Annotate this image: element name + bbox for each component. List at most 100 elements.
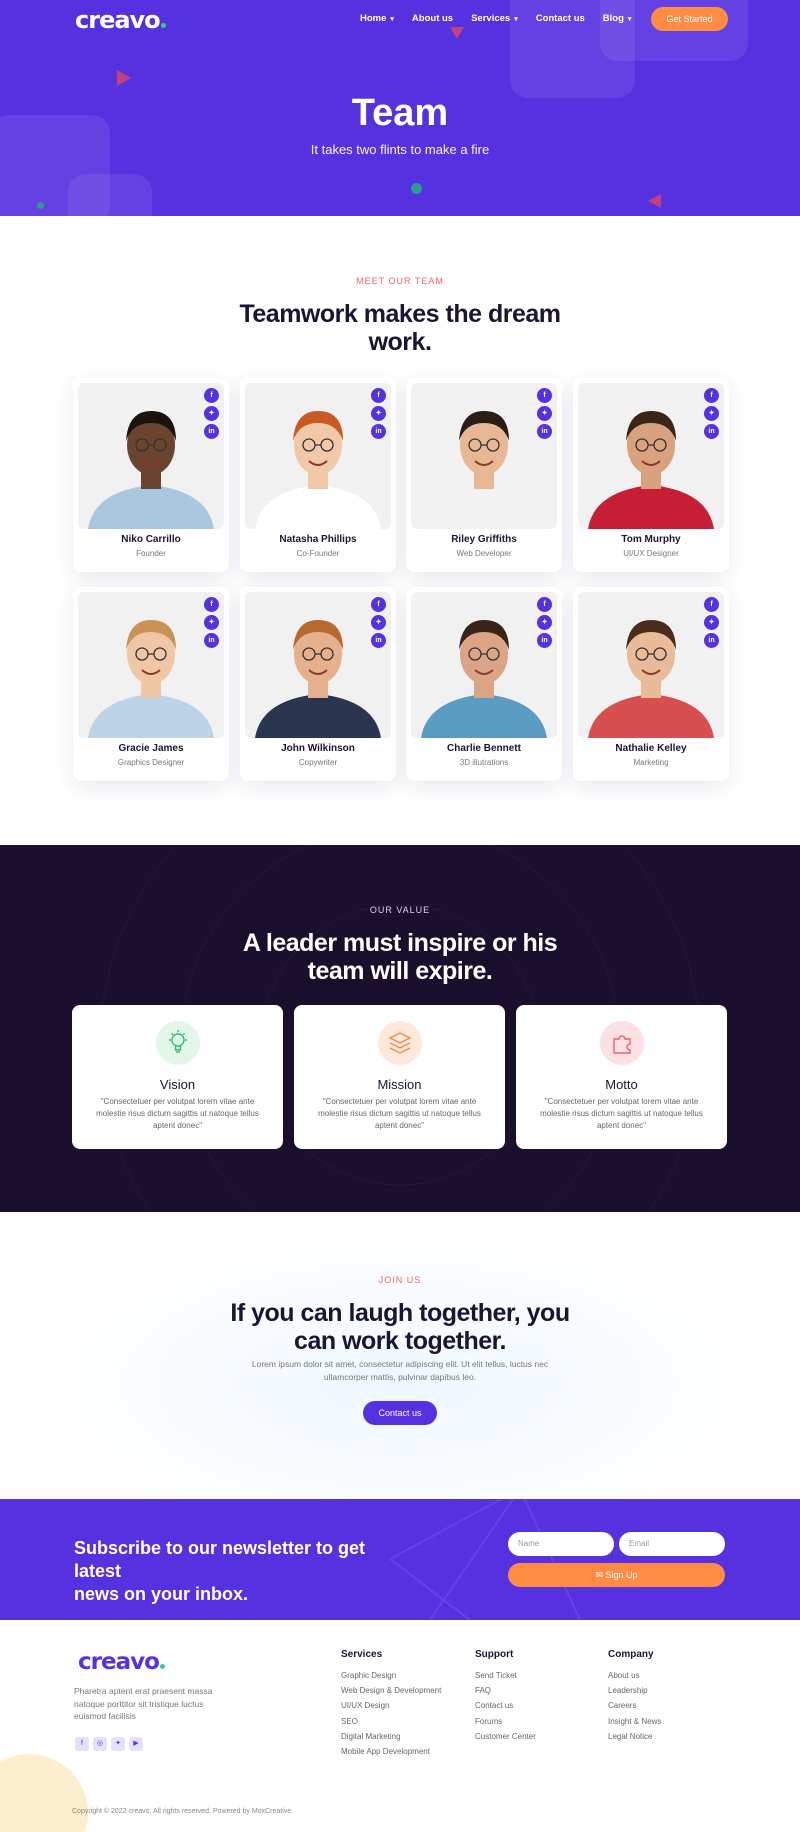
decor-triangle — [117, 70, 131, 86]
footer-link[interactable]: Customer Center — [475, 1732, 536, 1747]
footer-link[interactable]: Graphic Design — [341, 1671, 441, 1686]
footer-logo[interactable]: creavo — [78, 1649, 165, 1675]
twitter-icon[interactable]: ✦ — [371, 406, 386, 421]
footer-link[interactable]: Mobile App Development — [341, 1747, 441, 1762]
team-member-role: Web Developer — [456, 549, 512, 558]
logo[interactable]: creavo — [75, 6, 166, 34]
team-heading-line: Teamwork makes the dream — [239, 300, 561, 328]
nav-item-contact[interactable]: Contact us — [536, 13, 585, 24]
logo-dot — [159, 1664, 165, 1669]
team-member-name: Nathalie Kelley — [615, 743, 687, 754]
get-started-button[interactable]: Get Started — [651, 7, 728, 31]
newsletter-heading-line: news on your inbox. — [74, 1584, 249, 1604]
twitter-icon[interactable]: ✦ — [204, 615, 219, 630]
values-heading-line: A leader must inspire or his — [242, 929, 558, 957]
puzzle-icon — [600, 1021, 644, 1065]
value-title: Mission — [377, 1077, 422, 1092]
footer-link[interactable]: Contact us — [475, 1701, 536, 1716]
team-card-socials: f ✦ in — [204, 597, 219, 648]
nav-item-label: Services — [471, 13, 511, 24]
page-title: Team — [351, 92, 449, 134]
footer-logo-text: creavo — [78, 1649, 160, 1675]
name-input[interactable]: Name — [508, 1532, 614, 1556]
contact-us-button[interactable]: Contact us — [363, 1401, 437, 1425]
linkedin-icon[interactable]: in — [204, 424, 219, 439]
copyright: Copyright © 2022 creavo, All rights rese… — [72, 1808, 294, 1815]
footer-link[interactable]: UI/UX Design — [341, 1701, 441, 1716]
team-member-role: Founder — [136, 549, 166, 558]
join-text-line: ullamcorper mattis, pulvinar dapibus leo… — [323, 1371, 477, 1382]
linkedin-icon[interactable]: in — [371, 424, 386, 439]
youtube-icon[interactable]: ▶ — [129, 1737, 143, 1751]
nav-item-home[interactable]: Home ▾ — [360, 13, 394, 24]
team-card: f ✦ in Riley Griffiths Web Developer — [406, 378, 562, 572]
linkedin-icon[interactable]: in — [371, 633, 386, 648]
footer-link[interactable]: Forums — [475, 1717, 536, 1732]
twitter-icon[interactable]: ✦ — [111, 1737, 125, 1751]
facebook-icon[interactable]: f — [371, 388, 386, 403]
nav-item-services[interactable]: Services ▾ — [471, 13, 518, 24]
linkedin-icon[interactable]: in — [537, 633, 552, 648]
footer-link[interactable]: Leadership — [608, 1686, 661, 1701]
value-card-mission: Mission "Consectetuer per volutpat lorem… — [294, 1005, 505, 1149]
twitter-icon[interactable]: ✦ — [204, 406, 219, 421]
join-heading-line: If you can laugh together, you — [230, 1299, 570, 1327]
decor-blob — [0, 1754, 88, 1832]
team-card: f ✦ in Natasha Phillips Co-Founder — [240, 378, 396, 572]
twitter-icon[interactable]: ✦ — [704, 615, 719, 630]
chevron-down-icon: ▾ — [514, 15, 518, 23]
twitter-icon[interactable]: ✦ — [537, 406, 552, 421]
facebook-icon[interactable]: f — [704, 388, 719, 403]
nav-item-label: Blog — [602, 13, 624, 24]
instagram-icon[interactable]: ◎ — [93, 1737, 107, 1751]
linkedin-icon[interactable]: in — [537, 424, 552, 439]
decor-square — [68, 174, 152, 216]
team-card: f ✦ in Nathalie Kelley Marketing — [573, 587, 729, 781]
footer-link[interactable]: FAQ — [475, 1686, 536, 1701]
footer-link[interactable]: Legal Notice — [608, 1732, 661, 1747]
value-title: Motto — [605, 1077, 638, 1092]
facebook-icon[interactable]: f — [75, 1737, 89, 1751]
linkedin-icon[interactable]: in — [704, 633, 719, 648]
footer-link[interactable]: Web Design & Development — [341, 1686, 441, 1701]
linkedin-icon[interactable]: in — [704, 424, 719, 439]
facebook-icon[interactable]: f — [537, 597, 552, 612]
footer-link[interactable]: SEO — [341, 1717, 441, 1732]
footer-link[interactable]: Insight & News — [608, 1717, 661, 1732]
team-member-photo — [245, 592, 391, 738]
linkedin-icon[interactable]: in — [204, 633, 219, 648]
footer-link[interactable]: About us — [608, 1671, 661, 1686]
facebook-icon[interactable]: f — [204, 597, 219, 612]
decor-dot — [411, 183, 422, 194]
team-card-socials: f ✦ in — [371, 388, 386, 439]
footer-description: Pharetra aptent erat praesent massa nato… — [74, 1686, 213, 1721]
team-member-photo — [411, 592, 557, 738]
email-input[interactable]: Email — [619, 1532, 725, 1556]
facebook-icon[interactable]: f — [704, 597, 719, 612]
nav-item-label: About us — [411, 13, 454, 24]
team-member-photo — [578, 383, 724, 529]
decor-dot — [37, 202, 44, 209]
chevron-down-icon: ▾ — [627, 15, 632, 23]
footer-column-heading: Support — [475, 1649, 514, 1660]
nav-item-about[interactable]: About us — [412, 13, 453, 24]
twitter-icon[interactable]: ✦ — [704, 406, 719, 421]
twitter-icon[interactable]: ✦ — [371, 615, 386, 630]
team-card-socials: f ✦ in — [704, 597, 719, 648]
sign-up-button[interactable]: ✉ Sign Up — [508, 1563, 725, 1587]
value-text: "Consectetuer per volutpat lorem vitae a… — [96, 1097, 259, 1130]
facebook-icon[interactable]: f — [204, 388, 219, 403]
footer-link[interactable]: Send Ticket — [475, 1671, 536, 1686]
twitter-icon[interactable]: ✦ — [537, 615, 552, 630]
footer-column: Company About us Leadership Careers Insight … — [608, 1649, 661, 1747]
team-member-photo — [245, 383, 391, 529]
nav-item-blog[interactable]: Blog ▾ — [603, 13, 632, 24]
team-heading: Teamwork makes the dream work. — [0, 300, 800, 356]
footer-link[interactable]: Digital Marketing — [341, 1732, 441, 1747]
facebook-icon[interactable]: f — [371, 597, 386, 612]
join-heading-line: can work together. — [294, 1327, 506, 1355]
facebook-icon[interactable]: f — [537, 388, 552, 403]
value-title: Vision — [159, 1077, 196, 1092]
envelope-icon: ✉ — [595, 1570, 603, 1580]
footer-link[interactable]: Careers — [608, 1701, 661, 1716]
